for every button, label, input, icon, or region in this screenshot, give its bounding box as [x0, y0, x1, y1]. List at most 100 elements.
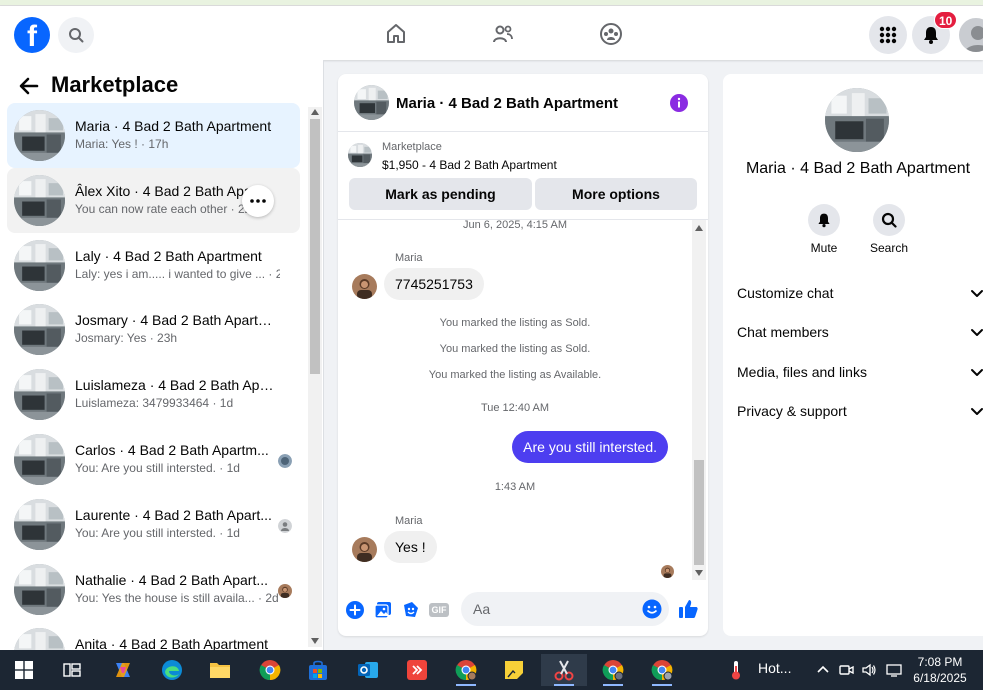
more-options-button[interactable]: More options — [535, 178, 697, 210]
chat-details-panel: Maria · 4 Bad 2 Bath Apartment Mute Sear… — [723, 74, 983, 636]
details-thumbnail[interactable] — [825, 88, 889, 152]
sidebar-scrollbar[interactable] — [308, 107, 322, 647]
file-explorer-taskbar-button[interactable] — [200, 654, 240, 686]
section-label: Customize chat — [737, 285, 834, 301]
snipping-tool-taskbar-button[interactable] — [541, 654, 587, 686]
weather-widget[interactable]: Hot... — [758, 660, 791, 676]
home-nav-button[interactable] — [381, 19, 411, 49]
sender-avatar[interactable] — [352, 274, 377, 299]
outlook-taskbar-button[interactable] — [348, 654, 388, 686]
media-files-links-row[interactable]: Media, files and links — [737, 354, 983, 390]
search-in-chat-button[interactable]: Search — [864, 204, 914, 255]
conversation-options-button[interactable] — [242, 184, 274, 217]
chrome-profile-taskbar-button[interactable] — [446, 654, 486, 686]
conversation-title: Josmary · 4 Bad 2 Bath Apartm... — [75, 312, 280, 329]
sticker-icon — [404, 602, 418, 617]
sender-avatar[interactable] — [352, 537, 377, 562]
listing-thumbnail — [14, 499, 65, 550]
customize-chat-row[interactable]: Customize chat — [737, 275, 983, 311]
conversation-title: Maria · 4 Bad 2 Bath Apartment — [75, 118, 272, 134]
conversation-item[interactable]: Nathalie · 4 Bad 2 Bath Apart... You: Ye… — [7, 557, 300, 622]
section-label: Media, files and links — [737, 364, 867, 380]
chat-thumbnail[interactable] — [354, 85, 389, 120]
sticky-notes-taskbar-button[interactable] — [494, 654, 534, 686]
conversation-item[interactable]: Maria · 4 Bad 2 Bath Apartment Maria: Ye… — [7, 103, 300, 168]
meet-now-icon[interactable] — [838, 662, 854, 678]
listing-price[interactable]: $1,950 - 4 Bad 2 Bath Apartment — [382, 158, 557, 172]
scroll-up-arrow-icon[interactable] — [695, 225, 703, 231]
emoji-icon[interactable] — [642, 599, 662, 619]
sticker-button[interactable] — [401, 600, 421, 620]
listing-thumbnail — [14, 240, 65, 291]
scroll-up-arrow-icon[interactable] — [311, 109, 319, 115]
speaker-icon[interactable] — [861, 662, 877, 678]
anydesk-taskbar-button[interactable] — [397, 654, 437, 686]
sidebar-scroll-thumb[interactable] — [310, 119, 320, 374]
conversation-item[interactable]: Carlos · 4 Bad 2 Bath Apartm... You: Are… — [7, 427, 300, 492]
chrome-profile3-taskbar-button[interactable] — [642, 654, 682, 686]
add-actions-button[interactable] — [345, 600, 365, 620]
back-arrow-icon[interactable] — [18, 75, 40, 97]
conversation-item[interactable]: Luislameza · 4 Bad 2 Bath Apart... Luisl… — [7, 362, 300, 427]
conversation-item[interactable]: Anita · 4 Bad 2 Bath Apartment — [7, 621, 300, 650]
running-indicator — [554, 684, 574, 686]
network-icon[interactable] — [886, 662, 902, 678]
conversation-item[interactable]: Josmary · 4 Bad 2 Bath Apartm... Josmary… — [7, 297, 300, 362]
mute-button[interactable]: Mute — [799, 204, 849, 255]
snipping-tool-icon — [554, 660, 574, 681]
incoming-message[interactable]: Yes ! — [384, 531, 437, 563]
chevron-down-icon — [971, 290, 983, 297]
chrome-profile2-taskbar-button[interactable] — [593, 654, 633, 686]
profile-avatar[interactable] — [957, 16, 983, 54]
timestamp: Jun 6, 2025, 4:15 AM — [463, 220, 567, 231]
gif-button[interactable]: GIF — [429, 600, 449, 620]
conversation-item[interactable]: Âlex Xito · 4 Bad 2 Bath Apartment You c… — [7, 167, 300, 233]
listing-thumbnail — [14, 304, 65, 355]
scroll-down-arrow-icon[interactable] — [695, 570, 703, 576]
groups-nav-button[interactable] — [596, 19, 626, 49]
chat-members-row[interactable]: Chat members — [737, 314, 983, 350]
scroll-down-arrow-icon[interactable] — [311, 638, 319, 644]
thumbs-up-icon — [679, 600, 698, 618]
edge-taskbar-button[interactable] — [152, 654, 192, 686]
chrome-taskbar-button[interactable] — [250, 654, 290, 686]
start-button[interactable] — [4, 654, 44, 686]
mark-as-pending-button[interactable]: Mark as pending — [349, 178, 532, 210]
chevron-up-icon[interactable] — [815, 662, 831, 678]
conversation-preview: Luislameza: 3479933464 · 1d — [75, 396, 234, 411]
facebook-logo[interactable]: f — [14, 17, 50, 53]
like-button[interactable] — [677, 598, 699, 620]
message-composer: GIF — [338, 590, 708, 630]
folder-icon — [210, 663, 230, 678]
friends-nav-button[interactable] — [488, 19, 518, 49]
info-icon[interactable] — [670, 94, 688, 112]
chevron-down-icon — [971, 329, 983, 336]
conversation-item[interactable]: Laly · 4 Bad 2 Bath Apartment Laly: yes … — [7, 233, 300, 298]
copilot-taskbar-button[interactable] — [103, 654, 143, 686]
privacy-support-row[interactable]: Privacy & support — [737, 393, 983, 429]
message-input[interactable] — [473, 599, 633, 619]
conversation-item[interactable]: Laurente · 4 Bad 2 Bath Apart... You: Ar… — [7, 492, 300, 557]
menu-button[interactable] — [869, 16, 907, 54]
message-input-container[interactable] — [461, 592, 669, 626]
photo-icon — [374, 602, 391, 619]
listing-thumbnail — [14, 110, 65, 161]
seen-indicator-avatar — [278, 518, 292, 533]
outgoing-message[interactable]: Are you still intersted. — [512, 431, 668, 463]
windows-taskbar: Hot... 7:08 PM 6/18/2025 — [0, 650, 983, 690]
chat-title[interactable]: Maria · 4 Bad 2 Bath Apartment — [396, 95, 618, 112]
system-message: You marked the listing as Sold. — [439, 317, 591, 329]
chat-scroll-thumb[interactable] — [694, 460, 704, 565]
copilot-icon — [116, 663, 130, 677]
groups-icon — [600, 23, 622, 45]
taskbar-clock[interactable]: 7:08 PM 6/18/2025 — [910, 654, 970, 686]
listing-source: Marketplace — [382, 141, 442, 153]
chat-scrollbar[interactable] — [692, 220, 706, 580]
grid-menu-icon — [879, 26, 897, 44]
store-taskbar-button[interactable] — [298, 654, 338, 686]
incoming-message[interactable]: 7745251753 — [384, 268, 484, 300]
task-view-button[interactable] — [52, 654, 92, 686]
search-button[interactable] — [58, 17, 94, 53]
listing-thumbnail — [14, 175, 65, 226]
attach-photo-button[interactable] — [373, 600, 393, 620]
